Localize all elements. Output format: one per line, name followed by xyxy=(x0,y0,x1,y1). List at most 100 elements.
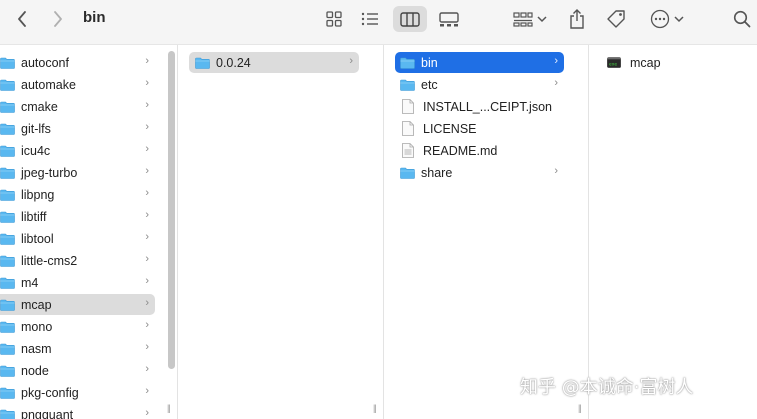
list-view-icon xyxy=(361,12,378,26)
item-label: jpeg-turbo xyxy=(21,165,78,180)
folder-icon xyxy=(0,409,15,419)
folder-item[interactable]: bin › xyxy=(395,52,564,73)
item-label: mcap xyxy=(21,297,52,312)
item-label: mcap xyxy=(630,55,661,70)
column-2[interactable]: 0.0.24 › xyxy=(178,45,370,419)
more-icon xyxy=(650,9,670,29)
item-label: bin xyxy=(421,55,438,70)
item-label: README.md xyxy=(423,143,498,158)
file-item[interactable]: README.md xyxy=(395,140,564,161)
chevron-right-icon: › xyxy=(145,209,149,221)
folder-icon xyxy=(400,57,415,69)
column-4[interactable]: exe mcap xyxy=(589,45,757,419)
sidebar-folder-item[interactable]: libtool › xyxy=(0,228,155,249)
chevron-right-icon: › xyxy=(554,77,558,89)
watermark: 知乎 @本诚命·富树人 xyxy=(520,377,694,398)
item-label: node xyxy=(21,363,49,378)
chevron-right-icon: › xyxy=(145,407,149,419)
item-label: libpng xyxy=(21,187,55,202)
item-label: pngquant xyxy=(21,407,74,419)
chevron-down-icon xyxy=(537,16,547,23)
sidebar-folder-item[interactable]: mono › xyxy=(0,316,155,337)
sidebar-folder-item[interactable]: libpng › xyxy=(0,184,155,205)
column-resize-handle[interactable]: || xyxy=(373,403,377,413)
folder-icon xyxy=(400,167,415,179)
folder-icon xyxy=(0,277,15,289)
chevron-right-icon: › xyxy=(554,165,558,177)
column-3[interactable]: bin › etc › INSTALL_...CEIPT.json LICENSE READ… xyxy=(384,45,574,419)
item-label: autoconf xyxy=(21,55,69,70)
toolbar: bin xyxy=(0,0,757,44)
forward-icon xyxy=(54,11,62,27)
folder-icon xyxy=(0,123,15,135)
item-label: 0.0.24 xyxy=(216,55,251,70)
sidebar-folder-item[interactable]: libtiff › xyxy=(0,206,155,227)
window-title: bin xyxy=(83,9,106,26)
tag-icon xyxy=(607,10,625,28)
executable-item[interactable]: exe mcap xyxy=(602,52,752,73)
chevron-right-icon: › xyxy=(145,121,149,133)
chevron-right-icon: › xyxy=(145,319,149,331)
folder-icon xyxy=(0,343,15,355)
item-label: libtool xyxy=(21,231,54,246)
sidebar-folder-item[interactable]: icu4c › xyxy=(0,140,155,161)
folder-icon xyxy=(400,79,415,91)
chevron-right-icon: › xyxy=(145,253,149,265)
folder-icon xyxy=(0,57,15,69)
column-view-button[interactable] xyxy=(393,6,427,32)
search-button[interactable] xyxy=(731,6,753,32)
sidebar-folder-item[interactable]: pkg-config › xyxy=(0,382,155,403)
back-button[interactable] xyxy=(12,6,32,32)
chevron-right-icon: › xyxy=(145,165,149,177)
sidebar-folder-item[interactable]: mcap › xyxy=(0,294,155,315)
sidebar-folder-item[interactable]: little-cms2 › xyxy=(0,250,155,271)
sidebar-folder-item[interactable]: autoconf › xyxy=(0,52,155,73)
column-resize-handle[interactable]: || xyxy=(167,403,171,413)
chevron-right-icon: › xyxy=(145,187,149,199)
icon-view-icon xyxy=(326,11,342,27)
column-view-icon xyxy=(400,11,420,27)
folder-icon xyxy=(0,321,15,333)
list-view-button[interactable] xyxy=(358,6,382,32)
sidebar-folder-item[interactable]: m4 › xyxy=(0,272,155,293)
sidebar-folder-item[interactable]: nasm › xyxy=(0,338,155,359)
gallery-view-button[interactable] xyxy=(437,6,461,32)
folder-icon xyxy=(0,189,15,201)
item-label: pkg-config xyxy=(21,385,79,400)
sidebar-folder-item[interactable]: automake › xyxy=(0,74,155,95)
folder-icon xyxy=(0,365,15,377)
file-item[interactable]: INSTALL_...CEIPT.json xyxy=(395,96,564,117)
version-folder-item[interactable]: 0.0.24 › xyxy=(189,52,359,73)
folder-item[interactable]: share › xyxy=(395,162,564,183)
item-label: libtiff xyxy=(21,209,47,224)
back-icon xyxy=(18,11,26,27)
chevron-right-icon: › xyxy=(145,99,149,111)
tag-button[interactable] xyxy=(604,6,628,32)
forward-button[interactable] xyxy=(48,6,68,32)
chevron-right-icon: › xyxy=(145,143,149,155)
gallery-view-icon xyxy=(439,11,459,26)
icon-view-button[interactable] xyxy=(322,6,346,32)
folder-item[interactable]: etc › xyxy=(395,74,564,95)
column-1-scrollbar[interactable] xyxy=(168,51,175,369)
sidebar-folder-item[interactable]: node › xyxy=(0,360,155,381)
item-label: mono xyxy=(21,319,53,334)
file-item[interactable]: LICENSE xyxy=(395,118,564,139)
item-label: LICENSE xyxy=(423,121,477,136)
sidebar-folder-item[interactable]: git-lfs › xyxy=(0,118,155,139)
sidebar-folder-item[interactable]: pngquant › xyxy=(0,404,155,419)
share-button[interactable] xyxy=(566,6,588,32)
item-label: share xyxy=(421,165,453,180)
column-1[interactable]: autoconf › automake › cmake › git-lfs › icu4c › jp… xyxy=(0,45,166,419)
column-resize-handle[interactable]: || xyxy=(578,403,582,413)
item-label: nasm xyxy=(21,341,52,356)
group-button[interactable] xyxy=(510,6,550,32)
document-icon xyxy=(402,121,414,136)
search-icon xyxy=(733,10,751,28)
folder-icon xyxy=(0,233,15,245)
sidebar-folder-item[interactable]: jpeg-turbo › xyxy=(0,162,155,183)
more-button[interactable] xyxy=(647,6,687,32)
item-label: INSTALL_...CEIPT.json xyxy=(423,99,552,114)
chevron-right-icon: › xyxy=(554,55,558,67)
sidebar-folder-item[interactable]: cmake › xyxy=(0,96,155,117)
